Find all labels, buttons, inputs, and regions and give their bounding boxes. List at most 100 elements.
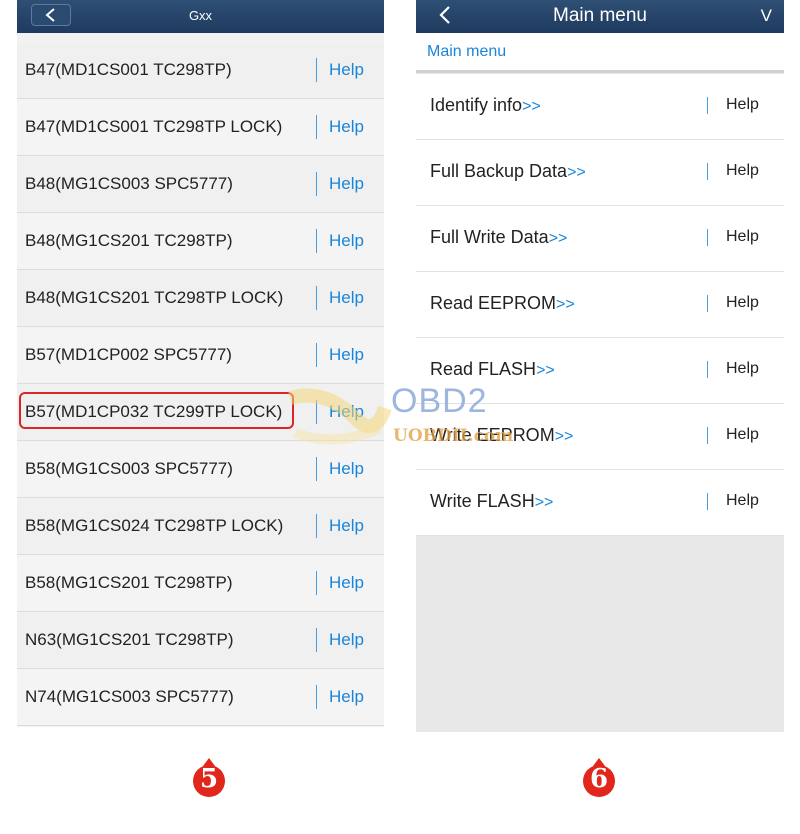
left-screen: Gxx B47(MD1CS001 TC298TP) Help B47(MD1CS00…: [17, 0, 384, 727]
list-item-label: B48(MG1CS201 TC298TP LOCK): [25, 288, 284, 307]
list-item[interactable]: N63(MG1CS201 TC298TP) Help: [17, 612, 384, 669]
menu-item[interactable]: Full Write Data>> Help: [416, 206, 784, 272]
breadcrumb: Main menu: [416, 33, 784, 73]
help-link[interactable]: Help: [329, 498, 364, 554]
list-item[interactable]: B57(MD1CP002 SPC5777) Help: [17, 327, 384, 384]
main-menu-list: Identify info>> Help Full Backup Data>> Hel…: [416, 74, 784, 536]
menu-item-text: Read EEPROM: [430, 293, 557, 313]
step-badge-5: 5: [191, 758, 227, 798]
menu-item[interactable]: Write FLASH>> Help: [416, 470, 784, 536]
list-item-label: B58(MG1CS024 TC298TP LOCK): [25, 516, 284, 535]
menu-item[interactable]: Identify info>> Help: [416, 74, 784, 140]
divider: [316, 514, 317, 538]
step-number: 6: [589, 764, 609, 794]
menu-item-text: Full Backup Data: [430, 161, 568, 181]
list-item[interactable]: B58(MG1CS201 TC298TP) Help: [17, 555, 384, 612]
menu-item-text: Full Write Data: [430, 227, 549, 247]
list-item-label: B48(MG1CS003 SPC5777): [25, 174, 233, 193]
breadcrumb-item[interactable]: Main menu: [427, 33, 506, 71]
help-link[interactable]: Help: [726, 206, 759, 268]
divider: [707, 295, 708, 312]
divider: [707, 427, 708, 444]
menu-item-label: Read EEPROM>>: [430, 272, 575, 336]
menu-item[interactable]: Full Backup Data>> Help: [416, 140, 784, 206]
menu-item-label: Read FLASH>>: [430, 338, 555, 402]
help-link[interactable]: Help: [726, 140, 759, 202]
list-item[interactable]: B48(MG1CS201 TC298TP) Help: [17, 213, 384, 270]
divider: [707, 97, 708, 114]
divider: [707, 163, 708, 180]
double-chevron-icon: >>: [534, 494, 554, 511]
menu-item-label: Identify info>>: [430, 74, 541, 138]
list-item-label: B47(MD1CS001 TC298TP LOCK): [25, 117, 283, 136]
list-item-label: N63(MG1CS201 TC298TP): [25, 630, 234, 649]
page-title: Gxx: [188, 8, 213, 23]
help-link[interactable]: Help: [329, 99, 364, 155]
highlight-box: [19, 392, 294, 429]
help-link[interactable]: Help: [726, 272, 759, 334]
help-link[interactable]: Help: [329, 156, 364, 212]
double-chevron-icon: >>: [536, 362, 555, 379]
list-item-label: B58(MG1CS201 TC298TP): [25, 573, 233, 592]
list-item[interactable]: B48(MG1CS003 SPC5777) Help: [17, 156, 384, 213]
right-screen: Main menu V Main menu Identify info>> Hel…: [416, 0, 784, 732]
divider: [316, 457, 317, 481]
help-link[interactable]: Help: [329, 669, 364, 725]
menu-item-label: Write FLASH>>: [430, 470, 553, 534]
divider: [707, 229, 708, 246]
divider: [707, 361, 708, 378]
help-link[interactable]: Help: [329, 612, 364, 668]
list-item-label: B58(MG1CS003 SPC5777): [25, 459, 233, 478]
divider: [316, 343, 317, 367]
menu-item-label: Full Backup Data>>: [430, 140, 586, 204]
help-link[interactable]: Help: [329, 213, 364, 269]
list-item[interactable]: B58(MG1CS003 SPC5777) Help: [17, 441, 384, 498]
version-button[interactable]: V: [761, 0, 772, 31]
title-bar: Main menu V: [416, 0, 784, 33]
menu-item-label: Full Write Data>>: [430, 206, 567, 270]
divider: [316, 400, 317, 424]
divider: [316, 628, 317, 652]
step-badge-6: 6: [581, 758, 617, 798]
help-link[interactable]: Help: [329, 384, 364, 440]
divider: [316, 172, 317, 196]
help-link[interactable]: Help: [726, 470, 759, 532]
list-item[interactable]: B57(MD1CP032 TC299TP LOCK) Help: [17, 384, 384, 441]
list-item-label: B48(MG1CS201 TC298TP): [25, 231, 233, 250]
list-item[interactable]: B48(MG1CS201 TC298TP LOCK) Help: [17, 270, 384, 327]
menu-item[interactable]: Read FLASH>> Help: [416, 338, 784, 404]
list-item-label: B57(MD1CP002 SPC5777): [25, 345, 232, 364]
page-title: Main menu: [553, 5, 647, 26]
help-link[interactable]: Help: [726, 404, 759, 466]
menu-item-text: Write FLASH: [430, 491, 535, 511]
list-item-label: B47(MD1CS001 TC298TP): [25, 60, 232, 79]
menu-item-text: Identify info: [430, 95, 523, 115]
list-item-label: N74(MG1CS003 SPC5777): [25, 687, 234, 706]
double-chevron-icon: >>: [548, 230, 568, 247]
help-link[interactable]: Help: [329, 555, 364, 611]
help-link[interactable]: Help: [329, 270, 364, 326]
list-item[interactable]: B47(MD1CS001 TC298TP LOCK) Help: [17, 99, 384, 156]
list-item[interactable]: B47(MD1CS001 TC298TP) Help: [17, 42, 384, 99]
step-number: 5: [199, 764, 219, 794]
divider: [316, 229, 317, 253]
list-item[interactable]: B58(MG1CS024 TC298TP LOCK) Help: [17, 498, 384, 555]
list-item[interactable]: N74(MG1CS003 SPC5777) Help: [17, 669, 384, 726]
help-link[interactable]: Help: [726, 338, 759, 400]
double-chevron-icon: >>: [567, 164, 586, 181]
help-link[interactable]: Help: [726, 74, 759, 136]
divider: [316, 286, 317, 310]
help-link[interactable]: Help: [329, 42, 364, 98]
help-link[interactable]: Help: [329, 441, 364, 497]
ecu-list: B47(MD1CS001 TC298TP) Help B47(MD1CS001 TC…: [17, 42, 384, 726]
menu-item-label: Write EEPROM>>: [430, 404, 573, 468]
divider: [316, 685, 317, 709]
menu-item-text: Write EEPROM: [430, 425, 555, 445]
help-link[interactable]: Help: [329, 327, 364, 383]
double-chevron-icon: >>: [522, 98, 541, 115]
double-chevron-icon: >>: [556, 296, 575, 313]
title-bar: Gxx: [17, 0, 384, 33]
menu-item[interactable]: Read EEPROM>> Help: [416, 272, 784, 338]
menu-item-text: Read FLASH: [430, 359, 537, 379]
menu-item[interactable]: Write EEPROM>> Help: [416, 404, 784, 470]
